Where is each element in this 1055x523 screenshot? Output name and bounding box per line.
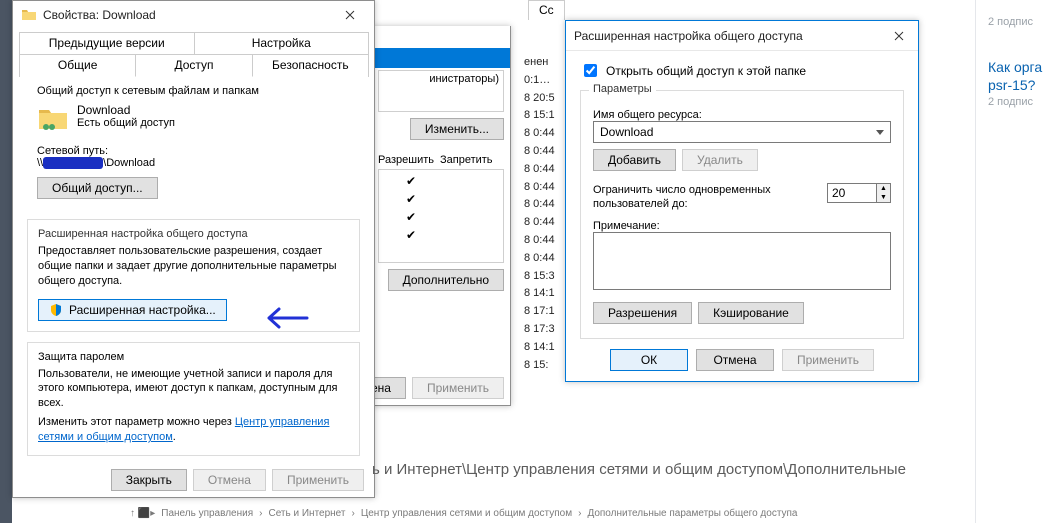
folder-name: Download [77,103,175,117]
advanced-sharing-group: Расширенная настройка общего доступа Пре… [27,219,360,332]
note-label: Примечание: [593,220,891,232]
network-sharing-group-title: Общий доступ к сетевым файлам и папкам [37,85,350,97]
close-button[interactable] [330,1,370,29]
perm-apply-button[interactable]: Применить [412,377,504,399]
adv-cancel-button[interactable]: Отмена [696,349,774,371]
right-sidebar: 2 подпис Как орга psr-15? 2 подпис [975,0,1055,523]
tab-previous-versions[interactable]: Предыдущие версии [19,32,195,54]
cancel-button[interactable]: Отмена [193,469,266,491]
network-path-value: \\\Download [37,157,350,169]
open-share-checkbox[interactable]: Открыть общий доступ к этой папке [580,61,904,80]
checkmark-icon: ✔ [404,228,418,242]
close-button-footer[interactable]: Закрыть [111,469,187,491]
adv-apply-button[interactable]: Применить [782,349,874,371]
permissions-window-fragment: инистраторы) Изменить... Разрешить Запре… [371,26,511,406]
close-icon [345,10,355,20]
limit-users-spinner[interactable]: ▲ ▼ [877,183,891,203]
window-title: Свойства: Download [43,8,330,22]
advanced-sharing-desc: Предоставляет пользовательские разрешени… [38,244,349,289]
network-sharing-group: Общий доступ к сетевым файлам и папкам D… [27,85,360,209]
tabs-row-2: Общие Доступ Безопасность [19,53,368,76]
sub-count-1: 2 подпис [988,16,1049,28]
breadcrumb-item[interactable]: Дополнительные параметры общего доступа [587,508,797,519]
password-protection-group: Защита паролем Пользователи, не имеющие … [27,342,360,456]
spinner-up-icon[interactable]: ▲ [877,184,890,193]
tab-security[interactable]: Безопасность [252,54,369,77]
group-list-item: инистраторы) [429,73,499,85]
limit-users-label-1: Ограничить число одновременных [593,183,771,197]
tab-customize[interactable]: Настройка [194,32,370,54]
question-link-1[interactable]: Как орга [988,58,1049,76]
chevron-down-icon [876,130,884,135]
delete-share-button[interactable]: Удалить [682,149,758,171]
titlebar: Свойства: Download [13,1,374,29]
folder-icon [21,7,37,23]
bg-times-column: енен 0:1… 8 20:5 8 15:1 8 0:44 8 0:44 8 … [524,54,555,374]
col-deny: Запретить [440,154,493,166]
advanced-sharing-button[interactable]: Расширенная настройка... [38,299,227,321]
tabs-row-1: Предыдущие версии Настройка [19,31,368,53]
open-share-checkbox-input[interactable] [584,64,597,77]
redacted-hostname [43,157,103,169]
breadcrumb-root-icon: ↑ ⬛▸ [130,508,155,519]
checkmark-icon: ✔ [404,210,418,224]
limit-users-label-2: пользователей до: [593,197,771,211]
shared-status: Есть общий доступ [77,117,175,129]
share-name-select[interactable]: Download [593,121,891,143]
spinner-down-icon[interactable]: ▼ [877,193,890,202]
add-share-button[interactable]: Добавить [593,149,676,171]
breadcrumb-item[interactable]: Панель управления [161,508,253,519]
address-bar-fragment: ь и Интернет\Центр управления сетями и о… [372,461,906,478]
apply-button[interactable]: Применить [272,469,364,491]
bg-tab-fragment: Сс [528,0,565,20]
adv-close-button[interactable] [884,22,914,50]
limit-users-input[interactable]: 20 [827,183,877,203]
params-group-title: Параметры [589,83,656,95]
network-path-label: Сетевой путь: [37,145,350,157]
shared-folder-icon [37,103,69,135]
adv-title: Расширенная настройка общего доступа [574,29,884,43]
password-group-title: Защита паролем [38,351,349,363]
col-allow: Разрешить [378,154,434,166]
sub-count-2: 2 подпис [988,96,1049,108]
change-button[interactable]: Изменить... [410,118,504,140]
tab-sharing[interactable]: Доступ [135,54,252,77]
adv-ok-button[interactable]: ОК [610,349,688,371]
tab-general[interactable]: Общие [19,54,136,77]
share-name-label: Имя общего ресурса: [593,109,891,121]
caching-button[interactable]: Кэширование [698,302,804,324]
shield-icon [49,303,63,317]
share-button[interactable]: Общий доступ... [37,177,158,199]
advanced-sharing-title: Расширенная настройка общего доступа [38,228,349,240]
breadcrumb-item[interactable]: Центр управления сетями и общим доступом [361,508,572,519]
question-link-2[interactable]: psr-15? [988,76,1049,94]
password-change-prefix: Изменить этот параметр можно через [38,416,235,428]
close-icon [894,31,904,41]
properties-window: Свойства: Download Предыдущие версии Нас… [12,0,375,498]
password-desc: Пользователи, не имеющие учетной записи … [38,367,349,412]
breadcrumb-item[interactable]: Сеть и Интернет [268,508,345,519]
breadcrumb: ↑ ⬛▸ Панель управления› Сеть и Интернет›… [130,508,1055,519]
checkmark-icon: ✔ [404,174,418,188]
properties-footer: Закрыть Отмена Применить [111,469,364,491]
note-textarea[interactable] [593,232,891,290]
permissions-button[interactable]: Разрешения [593,302,692,324]
additional-button[interactable]: Дополнительно [388,269,504,291]
checkmark-icon: ✔ [404,192,418,206]
advanced-sharing-dialog: Расширенная настройка общего доступа Отк… [565,20,919,382]
